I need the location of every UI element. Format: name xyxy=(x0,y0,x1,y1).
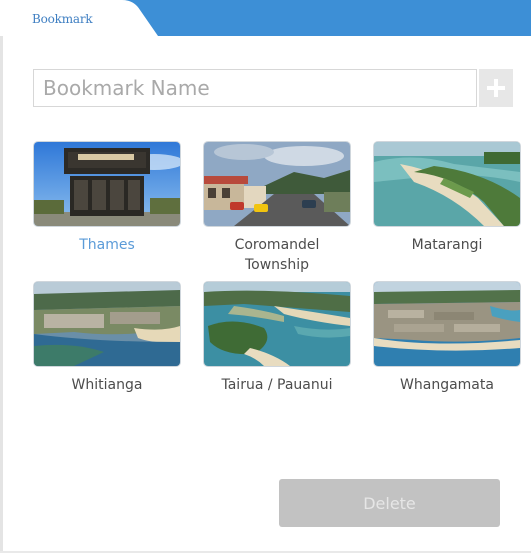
plus-icon xyxy=(487,79,505,97)
bookmark-label: Tairua / Pauanui xyxy=(221,377,333,393)
header-band xyxy=(120,0,531,36)
bookmark-label: Coromandel Township xyxy=(234,237,320,273)
bookmark-tile-whitianga[interactable]: Whitianga xyxy=(33,281,181,395)
tairua-thumbnail xyxy=(203,281,351,367)
bookmark-label: Whangamata xyxy=(400,377,494,393)
add-bookmark-button[interactable] xyxy=(479,69,513,107)
panel-left-border xyxy=(0,0,3,553)
bookmark-name-row xyxy=(33,69,513,109)
bookmark-tile-tairua-pauanui[interactable]: Tairua / Pauanui xyxy=(203,281,351,395)
thames-thumbnail xyxy=(33,141,181,227)
bookmark-label: Whitianga xyxy=(71,377,143,393)
bookmark-label: Thames xyxy=(79,237,135,253)
coromandel-thumbnail xyxy=(203,141,351,227)
delete-button[interactable]: Delete xyxy=(279,479,500,527)
tab-bookmark-label: Bookmark xyxy=(32,12,93,26)
bookmark-tile-whangamata[interactable]: Whangamata xyxy=(373,281,521,395)
bookmark-tile-coromandel-township[interactable]: Coromandel Township xyxy=(203,141,351,275)
bookmark-panel: Bookmark Bookmark Name Thames Coromandel… xyxy=(0,0,531,553)
bookmark-tile-thames[interactable]: Thames xyxy=(33,141,181,255)
tab-bookmark[interactable]: Bookmark xyxy=(0,0,160,36)
matarangi-thumbnail xyxy=(373,141,521,227)
bookmark-tile-matarangi[interactable]: Matarangi xyxy=(373,141,521,255)
whangamata-thumbnail xyxy=(373,281,521,367)
bookmark-label: Matarangi xyxy=(411,237,483,253)
whitianga-thumbnail xyxy=(33,281,181,367)
bookmark-name-input[interactable] xyxy=(33,69,477,107)
